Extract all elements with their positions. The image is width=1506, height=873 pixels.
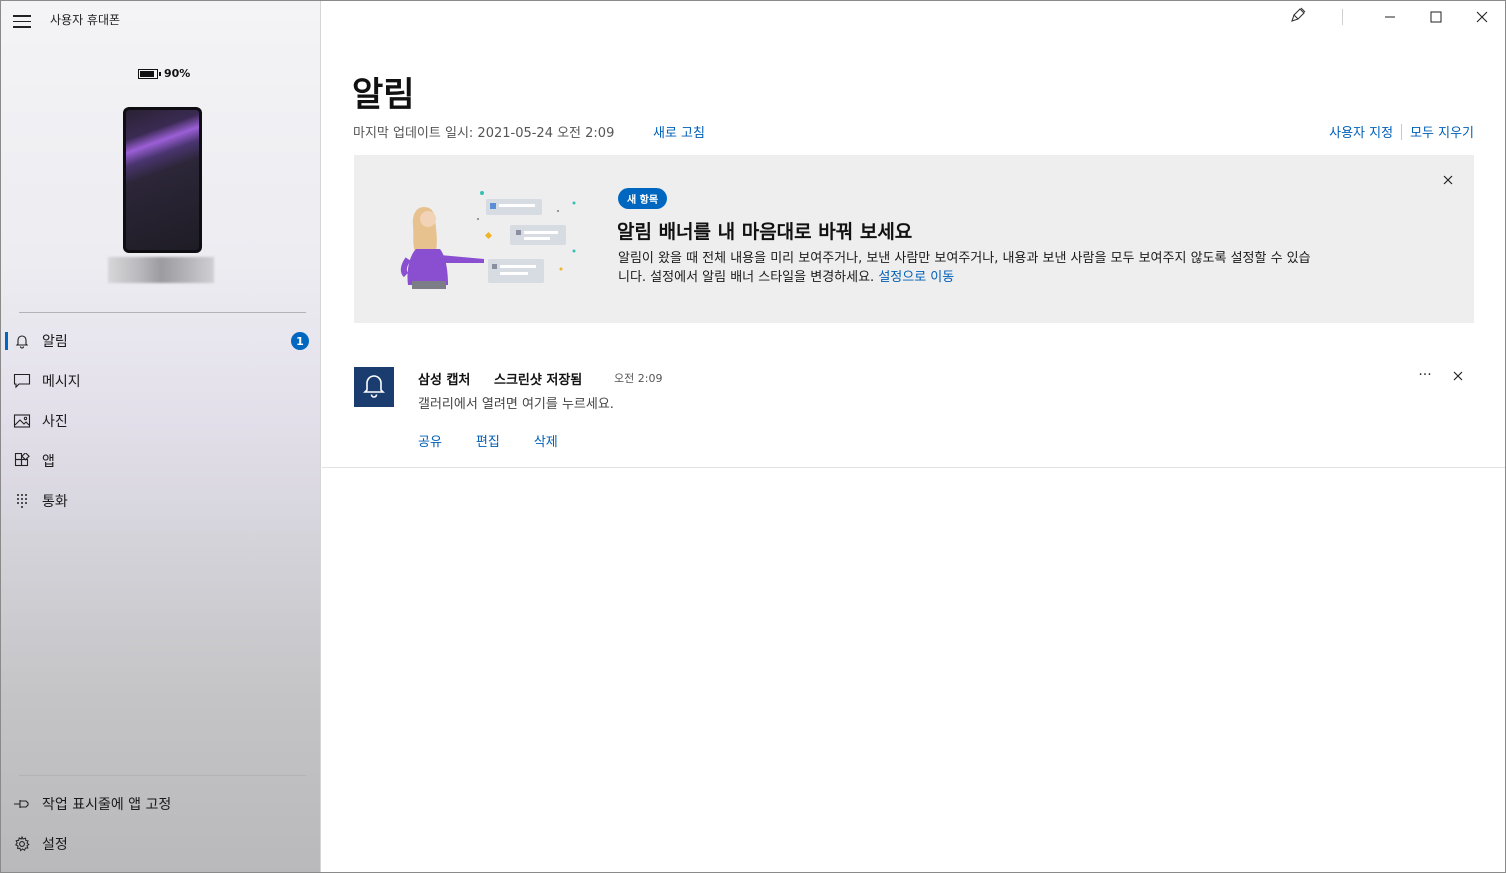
customize-link[interactable]: 사용자 지정 bbox=[1329, 122, 1393, 141]
phone-image bbox=[123, 107, 202, 253]
sidebar-item-label: 메시지 bbox=[42, 374, 81, 390]
new-badge: 새 항목 bbox=[618, 188, 668, 209]
last-updated-text: 마지막 업데이트 일시: 2021-05-24 오전 2:09 bbox=[353, 126, 615, 141]
sidebar-item-label: 통화 bbox=[42, 494, 68, 510]
notification-count-badge: 1 bbox=[291, 332, 309, 350]
sidebar-item-label: 앱 bbox=[42, 454, 55, 470]
sidebar-item-notifications[interactable]: 알림 1 bbox=[1, 321, 321, 361]
header-actions: 사용자 지정 모두 지우기 bbox=[1329, 122, 1474, 141]
pin-icon bbox=[13, 795, 31, 813]
sidebar-item-photos[interactable]: 사진 bbox=[1, 401, 321, 441]
hamburger-menu-icon[interactable] bbox=[13, 15, 31, 29]
bell-icon bbox=[361, 371, 387, 403]
sidebar-item-messages[interactable]: 메시지 bbox=[1, 361, 321, 401]
notification-actions: 공유 편집 삭제 bbox=[418, 431, 558, 450]
notification-time: 오전 2:09 bbox=[614, 372, 663, 385]
delete-button[interactable]: 삭제 bbox=[534, 431, 558, 450]
clear-all-link[interactable]: 모두 지우기 bbox=[1410, 122, 1474, 141]
photo-icon bbox=[13, 412, 31, 430]
tip-banner: 새 항목 알림 배너를 내 마음대로 바꿔 보세요 알림이 왔을 때 전체 내용… bbox=[354, 155, 1474, 323]
edit-button[interactable]: 편집 bbox=[476, 431, 500, 450]
notification-body: 갤러리에서 열려면 여기를 누르세요. bbox=[418, 397, 614, 412]
sidebar-item-calls[interactable]: 통화 bbox=[1, 481, 321, 521]
nav-list: 알림 1 메시지 사진 앱 통화 bbox=[1, 321, 321, 521]
banner-illustration bbox=[400, 191, 576, 289]
app-title: 사용자 휴대폰 bbox=[50, 13, 121, 27]
main-content: 알림 마지막 업데이트 일시: 2021-05-24 오전 2:09 새로 고침… bbox=[322, 1, 1505, 872]
sidebar-item-label: 사진 bbox=[42, 414, 68, 430]
notification-close-button[interactable] bbox=[1450, 367, 1466, 383]
banner-body-line1: 알림이 왔을 때 전체 내용을 미리 보여주거나, 보낸 사람만 보여주거나, … bbox=[618, 251, 1311, 266]
notification-app-name: 삼성 캡처 bbox=[418, 373, 471, 388]
sidebar-bottom-list: 작업 표시줄에 앱 고정 설정 bbox=[1, 784, 321, 864]
sidebar-divider bbox=[19, 312, 306, 313]
sidebar-item-apps[interactable]: 앱 bbox=[1, 441, 321, 481]
battery-status: 90% bbox=[138, 67, 190, 80]
page-title: 알림 bbox=[352, 75, 415, 115]
banner-body: 알림이 왔을 때 전체 내용을 미리 보여주거나, 보낸 사람만 보여주거나, … bbox=[618, 249, 1438, 287]
bell-icon bbox=[13, 332, 31, 350]
refresh-link[interactable]: 새로 고침 bbox=[653, 122, 705, 141]
pin-to-taskbar-button[interactable]: 작업 표시줄에 앱 고정 bbox=[1, 784, 321, 824]
message-icon bbox=[13, 372, 31, 390]
close-icon bbox=[1443, 170, 1453, 189]
gear-icon bbox=[13, 835, 31, 853]
pin-to-taskbar-label: 작업 표시줄에 앱 고정 bbox=[42, 797, 172, 813]
dialpad-icon bbox=[13, 492, 31, 510]
battery-percent: 90% bbox=[164, 67, 191, 80]
notification-title: 스크린샷 저장됨 bbox=[494, 373, 583, 388]
banner-title: 알림 배너를 내 마음대로 바꿔 보세요 bbox=[617, 221, 913, 243]
banner-body-line2: 니다. 설정에서 알림 배너 스타일을 변경하세요. bbox=[618, 270, 879, 285]
settings-label: 설정 bbox=[42, 837, 68, 853]
header-actions-separator bbox=[1401, 123, 1403, 140]
go-to-settings-link[interactable]: 설정으로 이동 bbox=[878, 270, 954, 285]
apps-icon bbox=[13, 452, 31, 470]
app-window: 사용자 휴대폰 90% 알림 1 메시지 사진 앱 통화 작업 표시줄에 앱 고… bbox=[0, 0, 1506, 873]
sidebar-divider bbox=[19, 775, 306, 776]
sidebar-item-label: 알림 bbox=[42, 334, 68, 350]
notification-app-icon bbox=[354, 367, 394, 407]
share-button[interactable]: 공유 bbox=[418, 431, 442, 450]
banner-close-button[interactable] bbox=[1440, 171, 1456, 187]
notification-card[interactable]: 삼성 캡처 스크린샷 저장됨 오전 2:09 갤러리에서 열려면 여기를 누르세… bbox=[322, 347, 1505, 468]
phone-name-redacted bbox=[108, 257, 214, 283]
sidebar: 사용자 휴대폰 90% 알림 1 메시지 사진 앱 통화 작업 표시줄에 앱 고… bbox=[1, 1, 321, 872]
more-options-icon[interactable]: ··· bbox=[1417, 367, 1433, 383]
battery-icon bbox=[138, 68, 161, 79]
close-icon bbox=[1453, 366, 1463, 385]
sidebar-item-settings[interactable]: 설정 bbox=[1, 824, 321, 864]
